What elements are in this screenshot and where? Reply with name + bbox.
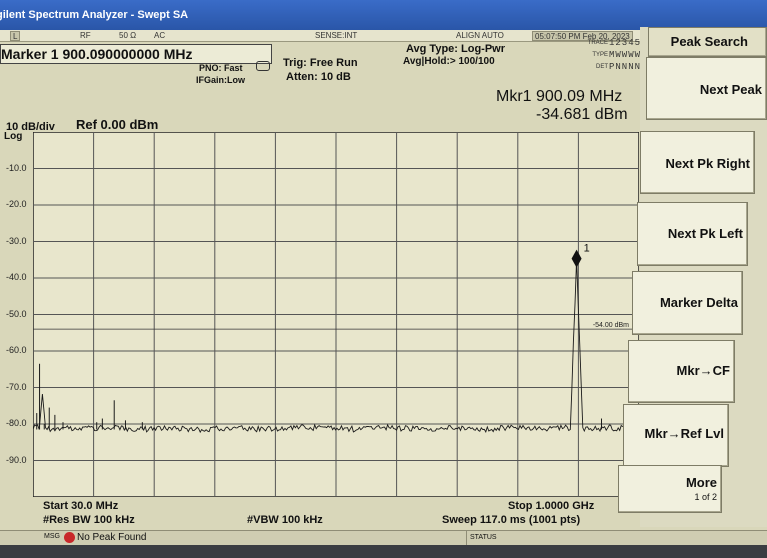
y-tick-label: -20.0 bbox=[6, 199, 27, 209]
next-peak-right-button[interactable]: Next Pk Right bbox=[640, 131, 755, 194]
y-tick-label: -10.0 bbox=[6, 162, 27, 173]
display-line-label: -54.00 dBm bbox=[593, 322, 629, 329]
softkey-menu-title: Peak Search bbox=[648, 27, 767, 57]
monitor-bezel bbox=[0, 545, 767, 558]
y-tick-label: -90.0 bbox=[6, 454, 27, 465]
sweep-time: Sweep 117.0 ms (1001 pts) bbox=[442, 514, 581, 526]
reference-level: Ref 0.00 dBm bbox=[76, 117, 159, 132]
y-tick-label: -70.0 bbox=[6, 381, 27, 392]
y-tick-label: -60.0 bbox=[6, 345, 27, 355]
attenuation-setting: Atten: 10 dB bbox=[286, 71, 351, 83]
status-cell-rf: RF bbox=[80, 31, 91, 40]
y-tick-label: -40.0 bbox=[6, 272, 27, 282]
pno-setting: PNO: Fast bbox=[199, 63, 243, 73]
spectrum-analyzer-screen: gilent Spectrum Analyzer - Swept SA L RF… bbox=[0, 0, 767, 558]
ifgain-setting: IFGain:Low bbox=[196, 75, 245, 85]
y-tick-label: -30.0 bbox=[6, 235, 27, 246]
y-tick-label: -50.0 bbox=[6, 308, 27, 319]
stop-frequency: Stop 1.0000 GHz bbox=[508, 500, 595, 512]
marker-to-center-freq-button[interactable]: Mkr→CF bbox=[628, 340, 735, 403]
status-cell-align: ALIGN AUTO bbox=[456, 31, 504, 40]
msg-label: MSG bbox=[44, 533, 60, 540]
avg-type: Avg Type: Log-Pwr bbox=[406, 43, 505, 55]
window-title-bar: gilent Spectrum Analyzer - Swept SA bbox=[0, 0, 767, 30]
next-peak-left-button[interactable]: Next Pk Left bbox=[637, 202, 748, 266]
marker-to-ref-level-button[interactable]: Mkr→Ref Lvl bbox=[623, 404, 729, 467]
status-row: L RF 50 Ω AC SENSE:INT ALIGN AUTO 05:07:… bbox=[0, 30, 640, 42]
status-cell-impedance: 50 Ω bbox=[119, 31, 137, 40]
marker-title-field[interactable]: Marker 1 900.090000000 MHz bbox=[0, 44, 272, 64]
log-scale-label: Log bbox=[4, 131, 23, 142]
start-frequency: Start 30.0 MHz bbox=[43, 500, 119, 512]
y-tick-label: -80.0 bbox=[6, 418, 27, 428]
resolution-bandwidth: #Res BW 100 kHz bbox=[43, 514, 135, 526]
status-label: STATUS bbox=[470, 534, 497, 541]
marker-frequency-readout: Mkr1 900.09 MHz bbox=[496, 88, 623, 105]
status-cell-sense: SENSE:INT bbox=[315, 31, 358, 40]
more-button[interactable]: More 1 of 2 bbox=[618, 465, 722, 513]
error-icon bbox=[64, 532, 75, 543]
avg-hold: Avg|Hold:> 100/100 bbox=[403, 56, 495, 67]
message-text: No Peak Found bbox=[77, 532, 147, 543]
window-title: gilent Spectrum Analyzer - Swept SA bbox=[0, 9, 189, 21]
marker-delta-button[interactable]: Marker Delta bbox=[632, 271, 743, 335]
spectrum-plot: -54.00 dBm 1 bbox=[33, 132, 639, 497]
status-cell-coupling: AC bbox=[154, 31, 166, 40]
det-label: DET bbox=[596, 64, 608, 70]
softkey-panel: Peak Search Next Peak Next Pk Right Next… bbox=[618, 27, 767, 527]
trace-label: TRACE bbox=[587, 40, 608, 46]
trigger-setting: Trig: Free Run bbox=[283, 57, 358, 69]
status-cell-l: L bbox=[10, 31, 21, 41]
marker-title-text: Marker 1 900.090000000 MHz bbox=[1, 46, 193, 62]
next-peak-button[interactable]: Next Peak bbox=[646, 57, 767, 120]
message-bar: MSG No Peak Found STATUS bbox=[0, 530, 767, 545]
sweep-loop-icon bbox=[256, 61, 270, 71]
marker-1-label: 1 bbox=[584, 243, 590, 255]
marker-amplitude-readout: -34.681 dBm bbox=[536, 106, 628, 123]
video-bandwidth: #VBW 100 kHz bbox=[247, 514, 323, 526]
sweep-info: Start 30.0 MHz #Res BW 100 kHz #VBW 100 … bbox=[0, 498, 640, 530]
message-divider bbox=[466, 531, 467, 545]
trace-indicator: TRACE 123456 TYPE MWWWWW DET PNNNNN bbox=[586, 38, 648, 74]
type-label: TYPE bbox=[592, 52, 608, 58]
